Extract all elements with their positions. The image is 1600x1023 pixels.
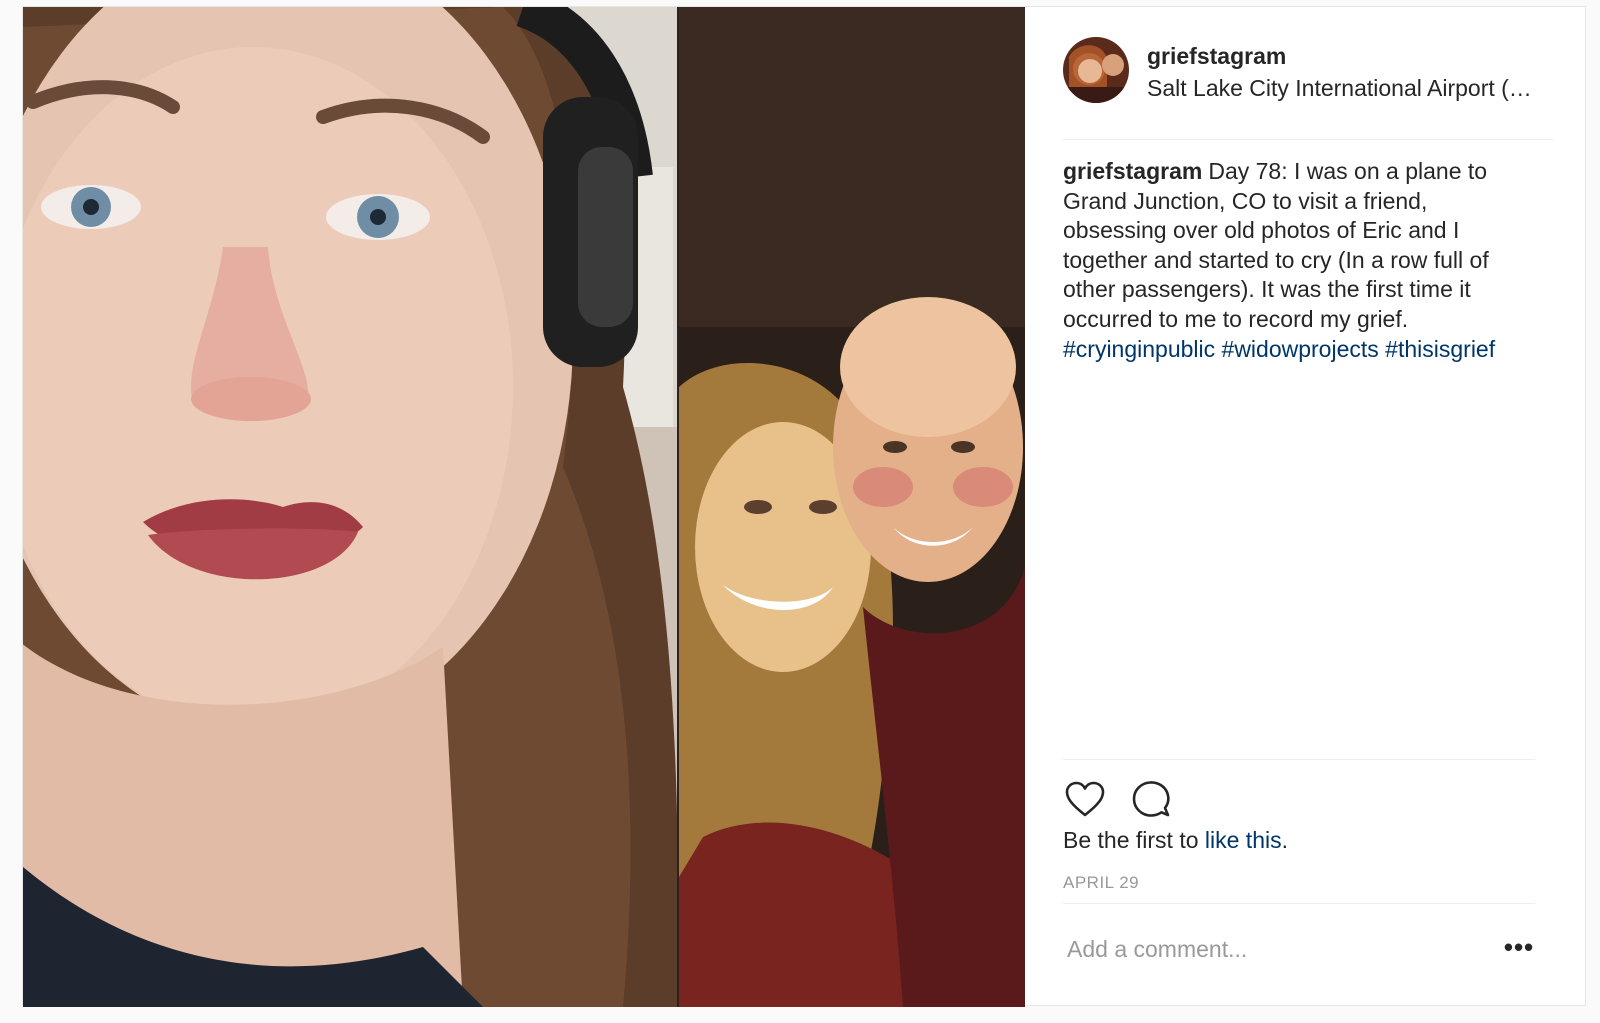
likes-prefix: Be the first to: [1063, 827, 1205, 853]
hashtag-widowproblems[interactable]: #widowprojects: [1222, 336, 1379, 362]
post-caption: griefstagram Day 78: I was on a plane to …: [1063, 157, 1533, 364]
more-options-button[interactable]: •••: [1499, 933, 1539, 963]
like-button[interactable]: [1063, 777, 1107, 821]
avatar-image: [1063, 37, 1129, 103]
left-photo-panel: [23, 7, 679, 1007]
likes-suffix: .: [1281, 827, 1288, 853]
ellipsis-icon: •••: [1503, 932, 1535, 962]
like-this-link[interactable]: like this: [1205, 827, 1282, 853]
post-header: griefstagram Salt Lake City Internationa…: [1063, 37, 1553, 140]
divider: [1063, 903, 1535, 904]
post-author-username[interactable]: griefstagram: [1147, 43, 1286, 70]
caption-text: Day 78: I was on a plane to Grand Juncti…: [1063, 158, 1489, 332]
caption-username[interactable]: griefstagram: [1063, 158, 1202, 184]
post-location[interactable]: Salt Lake City International Airport (SL…: [1147, 75, 1547, 102]
heart-icon: [1065, 781, 1105, 817]
hashtag-thisisgrief[interactable]: #thisisgrief: [1385, 336, 1495, 362]
comment-button[interactable]: [1129, 777, 1173, 821]
photo-collage: [23, 7, 1025, 1007]
post-date[interactable]: APRIL 29: [1063, 873, 1139, 893]
avatar[interactable]: [1063, 37, 1129, 103]
instagram-post: griefstagram Salt Lake City Internationa…: [22, 6, 1586, 1007]
likes-summary: Be the first to like this.: [1063, 827, 1288, 854]
speech-bubble-icon: [1132, 781, 1170, 817]
add-comment-input[interactable]: [1063, 929, 1471, 969]
hashtag-cryinginpublic[interactable]: #cryinginpublic: [1063, 336, 1215, 362]
divider: [1063, 759, 1535, 760]
right-photo-panel: [679, 7, 1025, 1007]
post-photo[interactable]: [23, 7, 1025, 1007]
post-sidebar: griefstagram Salt Lake City Internationa…: [1025, 7, 1585, 1007]
